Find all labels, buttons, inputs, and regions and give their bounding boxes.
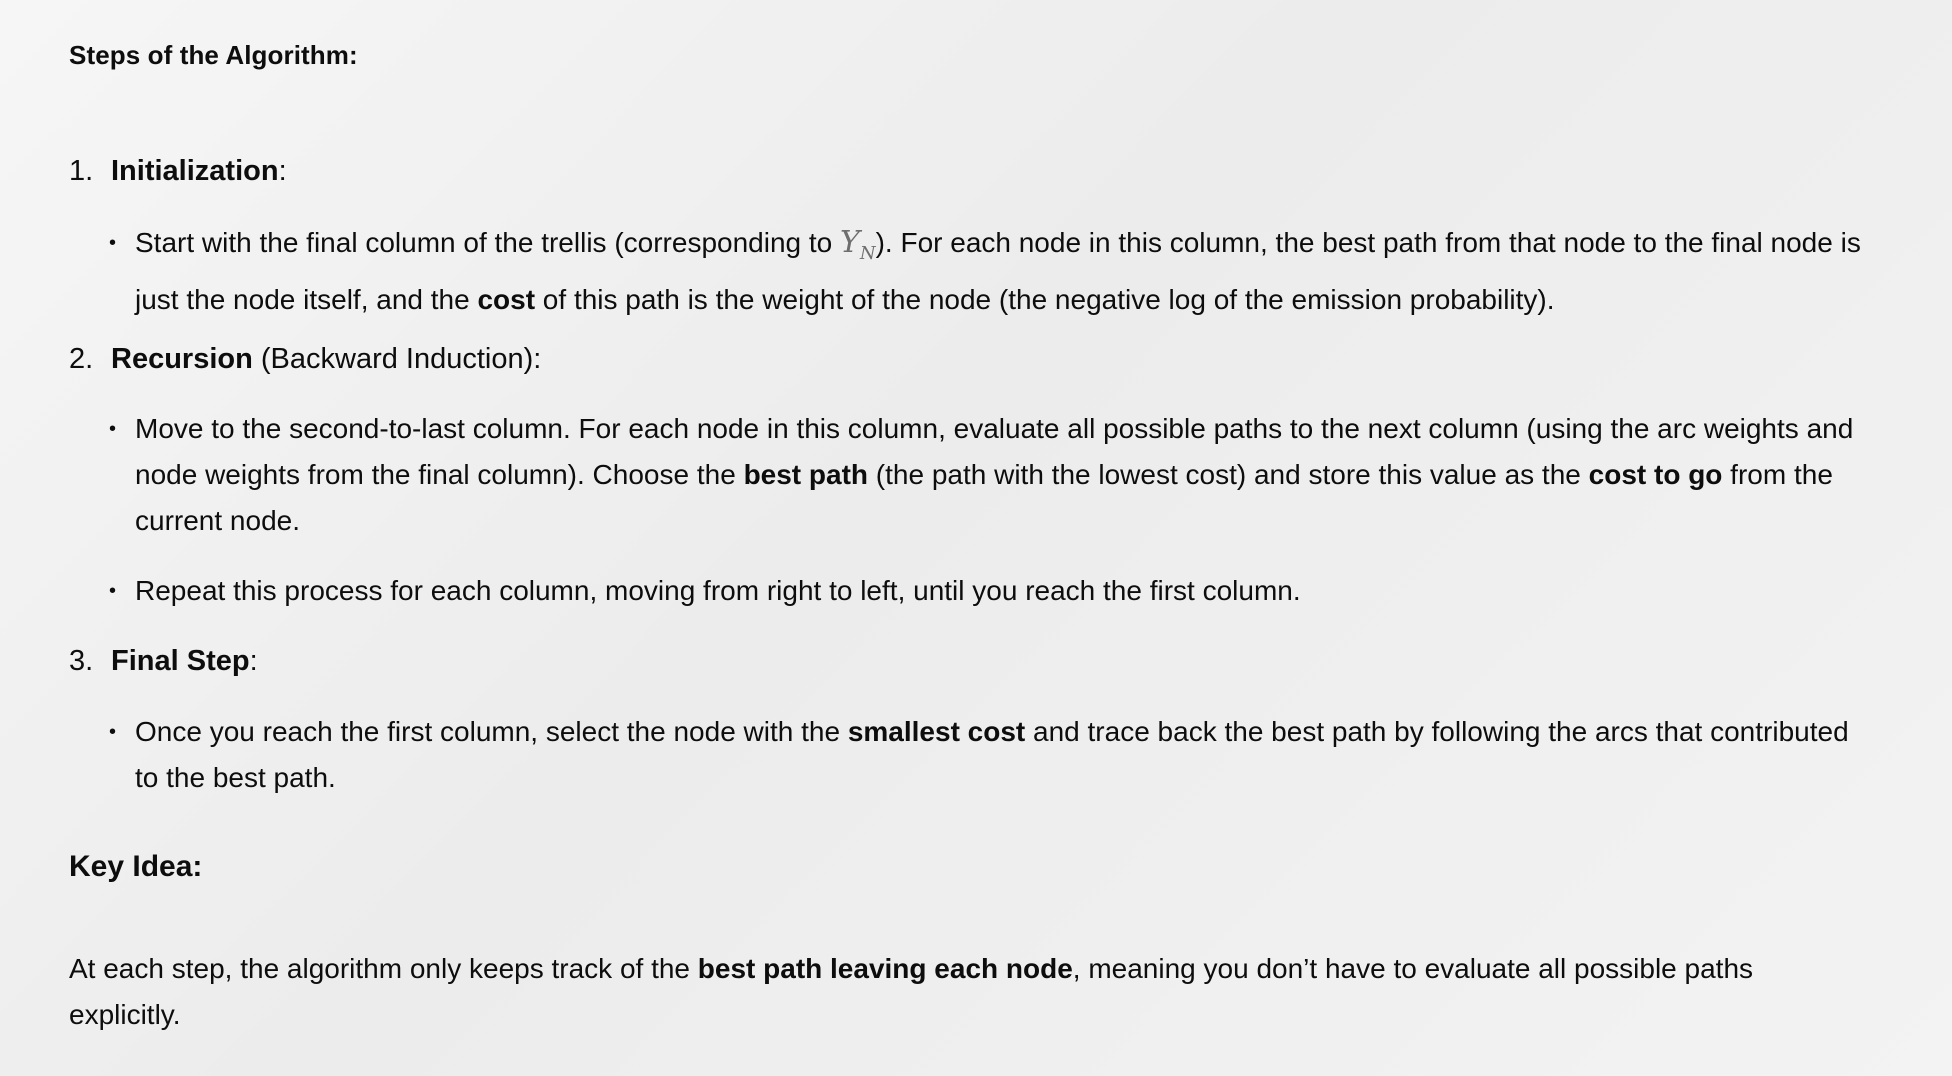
math-y-n: YN <box>840 225 876 264</box>
step-title: Initialization <box>111 155 279 187</box>
step-suffix: (Backward Induction): <box>252 343 542 375</box>
list-item: • Repeat this process for each column, m… <box>109 568 1869 614</box>
list-item: • Once you reach the first column, selec… <box>109 709 1869 801</box>
bullet-icon: • <box>109 580 117 602</box>
step-number: 2. <box>69 343 94 375</box>
list-item: • Move to the second-to-last column. For… <box>109 406 1869 544</box>
bullet-icon: • <box>109 721 117 743</box>
step-suffix: : <box>249 645 258 677</box>
step-number: 3. <box>69 645 94 677</box>
step-2: 2. Recursion (Backward Induction): <box>69 336 541 382</box>
step-suffix: : <box>278 155 287 187</box>
step-3: 3. Final Step: <box>69 638 258 684</box>
list-item: • Start with the final column of the tre… <box>109 220 1869 323</box>
step-number: 1. <box>69 155 94 187</box>
step-1: 1. Initialization: <box>69 148 287 194</box>
key-idea-paragraph: At each step, the algorithm only keeps t… <box>69 953 1754 1030</box>
section-heading: Steps of the Algorithm: <box>69 40 358 70</box>
step-title: Recursion <box>111 343 253 375</box>
bullet-icon: • <box>109 232 117 254</box>
key-idea-heading: Key Idea: <box>69 850 203 883</box>
step-title: Final Step <box>111 645 250 677</box>
bullet-icon: • <box>109 418 117 440</box>
